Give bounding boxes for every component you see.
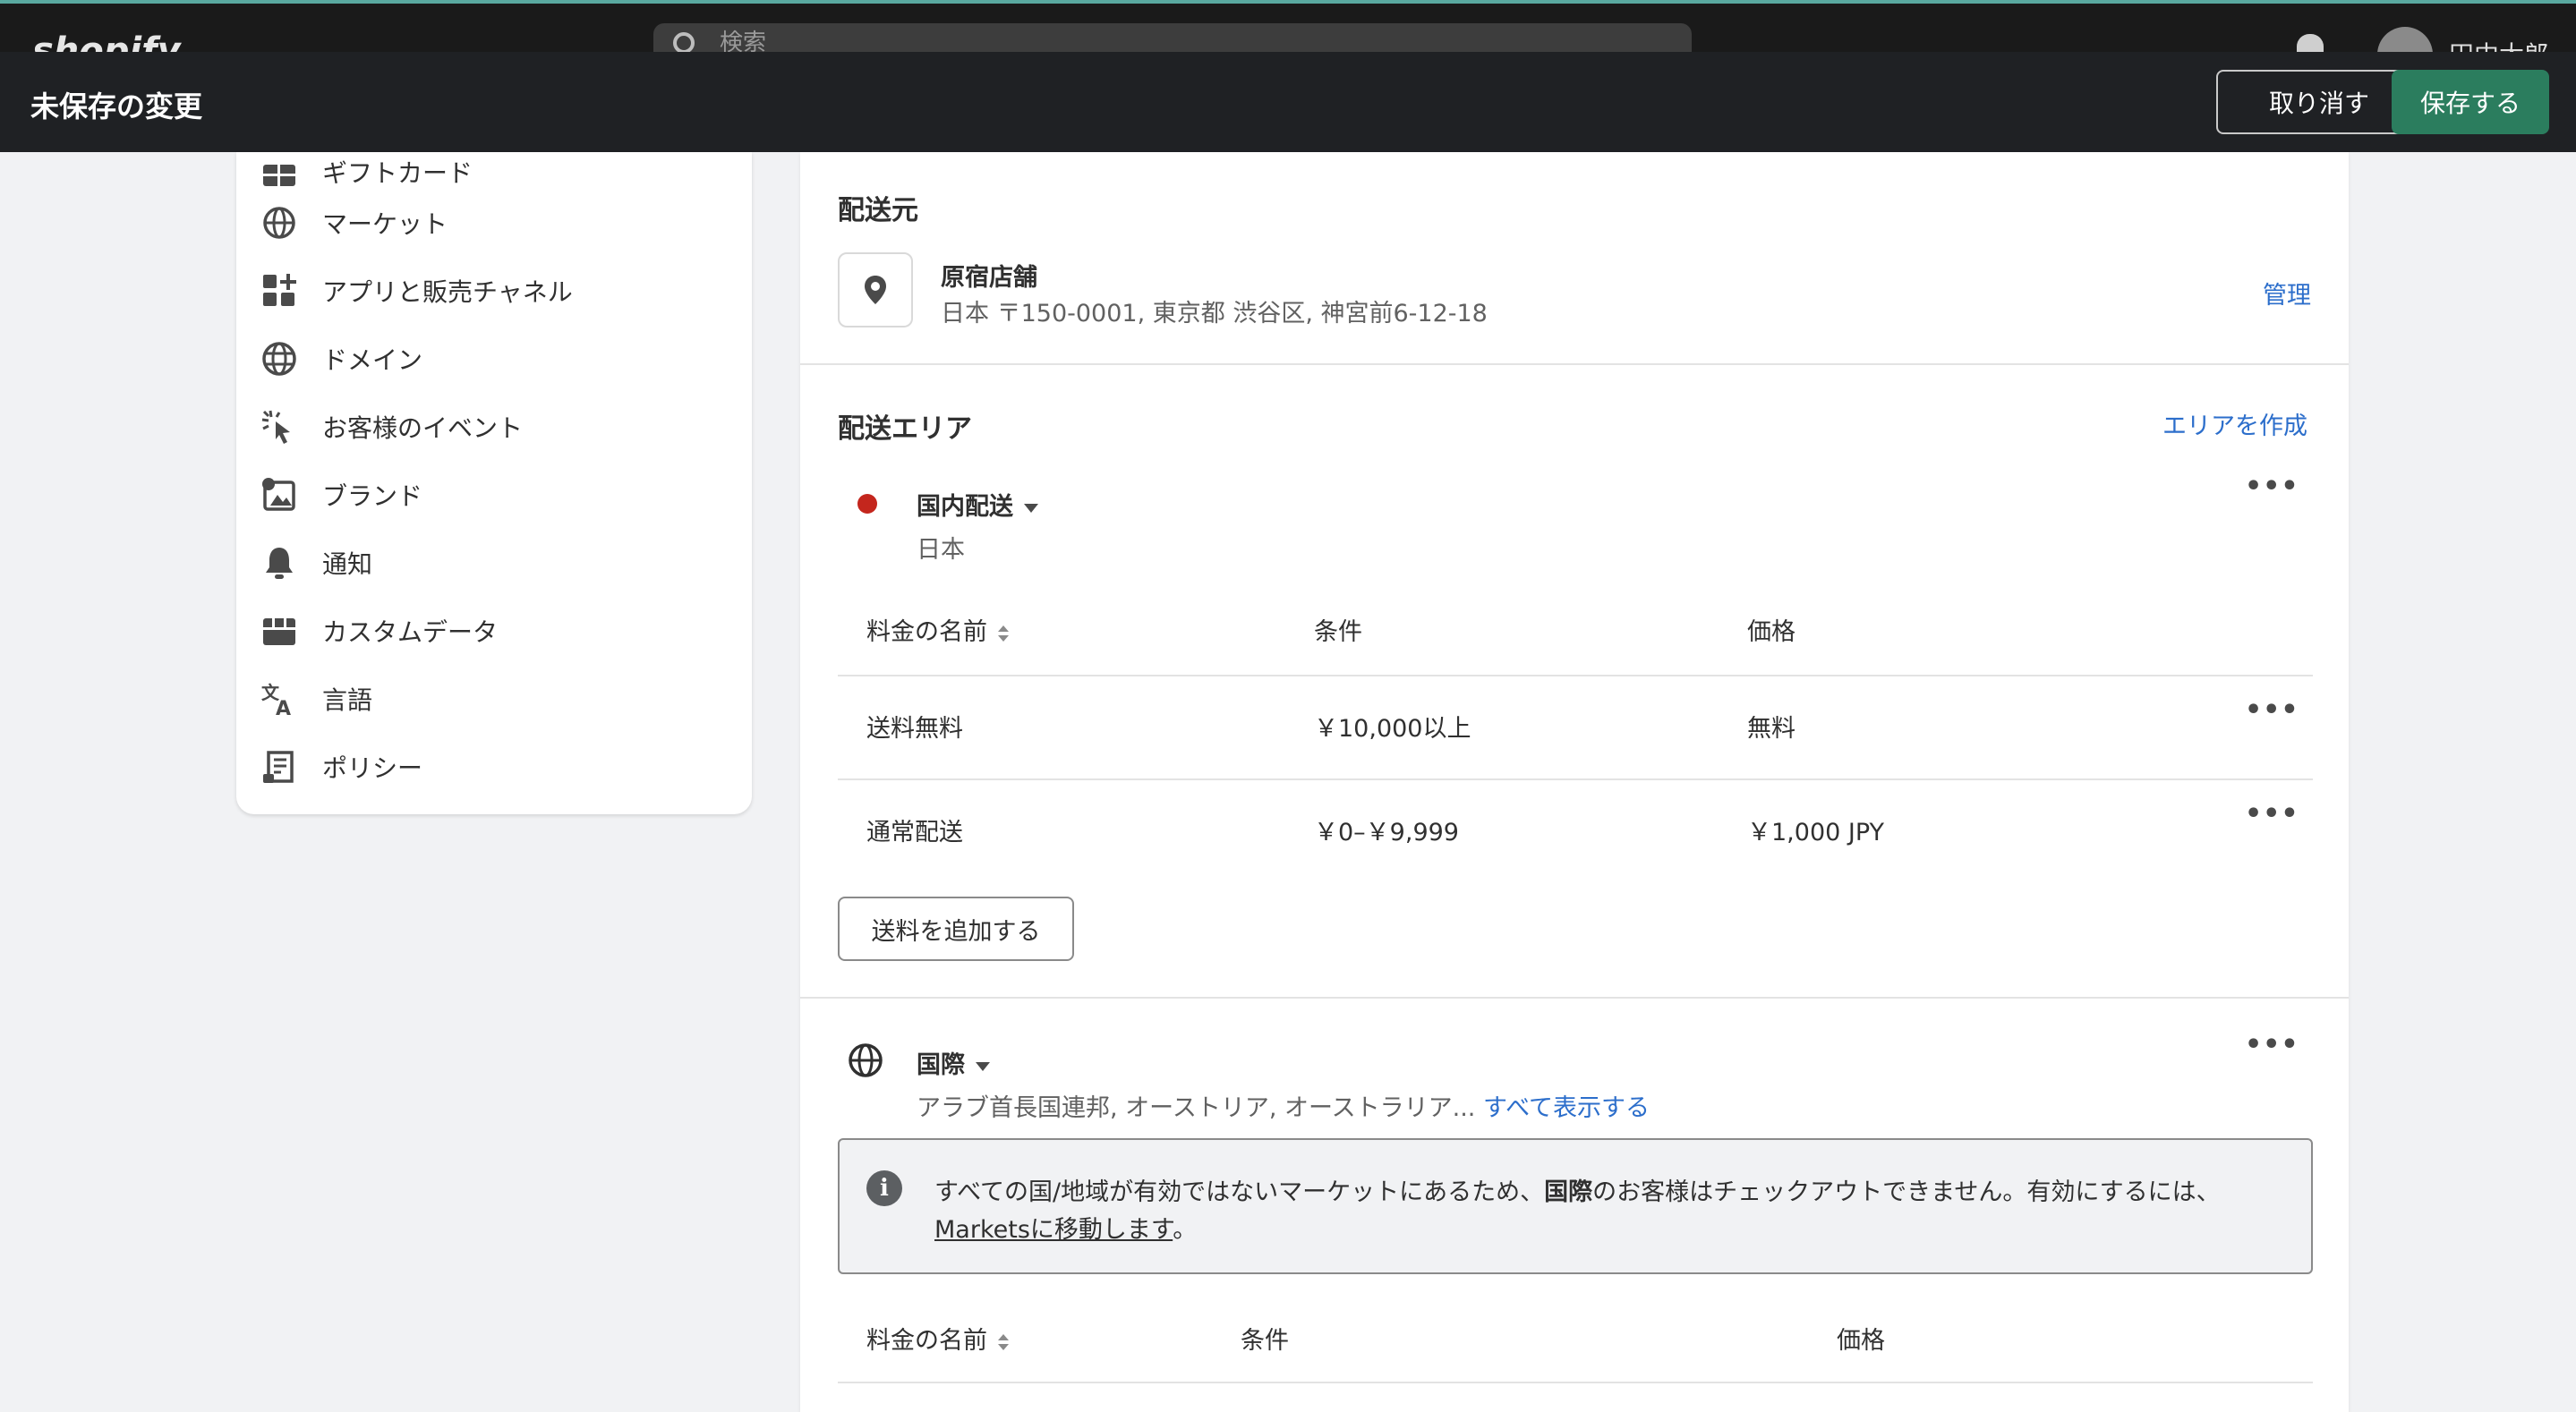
sidebar-item-label: ドメイン xyxy=(322,345,423,375)
international-globe-icon xyxy=(847,1042,884,1083)
bell-icon xyxy=(260,543,299,583)
checkout-warning-banner: i すべての国/地域が有効ではないマーケットにあるため、国際のお客様はチェックア… xyxy=(838,1138,2313,1274)
settings-sidebar: ギフトカード マーケット アプリと販売チャネル ドメイン お客様のイベント ブラ… xyxy=(236,152,752,814)
go-to-markets-link[interactable]: Marketsに移動します xyxy=(934,1216,1173,1244)
column-header-rate-name[interactable]: 料金の名前 xyxy=(866,1321,1009,1356)
banner-text: すべての国/地域が有効ではないマーケットにあるため、国際のお客様はチェックアウト… xyxy=(934,1172,2221,1207)
language-icon: 文A xyxy=(260,679,299,720)
sidebar-item-label: アプリと販売チャネル xyxy=(322,277,573,307)
gift-card-icon xyxy=(260,152,299,191)
column-header-condition: 条件 xyxy=(1241,1327,1289,1355)
international-zone-name: 国際 xyxy=(917,1051,965,1079)
domestic-zone-more-icon[interactable]: ••• xyxy=(2245,471,2299,502)
brand-image-icon xyxy=(260,475,299,515)
sidebar-item-notifications[interactable]: 通知 xyxy=(260,538,734,588)
unsaved-changes-title: 未保存の変更 xyxy=(30,89,203,123)
top-bar: shopify 検索 田中太郎 xyxy=(0,0,2576,82)
create-zone-link[interactable]: エリアを作成 xyxy=(2162,406,2307,441)
banner-text-part: 。 xyxy=(1173,1216,1198,1244)
sidebar-item-languages[interactable]: 文A 言語 xyxy=(260,674,734,724)
section-divider xyxy=(800,997,2349,999)
section-divider xyxy=(800,363,2349,365)
column-header-rate-name[interactable]: 料金の名前 xyxy=(866,612,1009,647)
countries-list: アラブ首長国連邦, オーストリア, オーストラリア... xyxy=(917,1094,1476,1122)
domain-globe-icon xyxy=(260,339,299,379)
domestic-zone-name: 国内配送 xyxy=(917,493,1013,521)
banner-text-part: のお客様はチェックアウトできません。有効にするには、 xyxy=(1592,1178,2221,1206)
sidebar-item-label: ブランド xyxy=(322,481,423,511)
international-zone-more-icon[interactable]: ••• xyxy=(2245,1029,2299,1060)
rate-condition: ￥0–￥9,999 xyxy=(1314,819,1459,846)
table-divider xyxy=(838,1382,2313,1383)
domestic-zone-toggle[interactable]: 国内配送 xyxy=(917,487,1038,522)
show-all-countries-link[interactable]: すべて表示する xyxy=(1483,1094,1650,1122)
sidebar-item-custom-data[interactable]: カスタムデータ xyxy=(260,606,734,656)
sidebar-item-label: カスタムデータ xyxy=(322,617,499,647)
sidebar-item-brand[interactable]: ブランド xyxy=(260,470,734,520)
sidebar-item-label: マーケット xyxy=(322,209,448,239)
location-name: 原宿店舗 xyxy=(941,264,1037,292)
unsaved-changes-bar: 未保存の変更 取り消す 保存する xyxy=(0,52,2576,152)
rate-price: 無料 xyxy=(1747,715,1796,743)
save-button[interactable]: 保存する xyxy=(2392,70,2549,134)
location-address: 日本 〒150-0001, 東京都 渋谷区, 神宮前6-12-18 xyxy=(941,300,1488,327)
sort-icon xyxy=(998,625,1009,642)
rate-price: ￥1,000 JPY xyxy=(1747,819,1885,846)
origin-heading: 配送元 xyxy=(838,195,918,226)
column-header-condition: 条件 xyxy=(1314,618,1362,646)
domestic-zone-flag-icon xyxy=(857,494,877,514)
column-header-label: 料金の名前 xyxy=(866,1327,987,1355)
column-header-label: 料金の名前 xyxy=(866,618,987,646)
sidebar-item-label: ポリシー xyxy=(322,753,423,783)
policy-icon xyxy=(260,747,299,787)
add-rate-button[interactable]: 送料を追加する xyxy=(838,897,1074,961)
international-zone-countries: アラブ首長国連邦, オーストリア, オーストラリア... すべて表示する xyxy=(917,1088,1650,1123)
svg-text:A: A xyxy=(276,698,291,719)
sidebar-item-label: お客様のイベント xyxy=(322,413,524,443)
chevron-down-icon xyxy=(976,1061,990,1071)
sidebar-item-gift-cards[interactable]: ギフトカード xyxy=(260,147,734,197)
banner-text-line-2: Marketsに移動します。 xyxy=(934,1210,1197,1245)
sidebar-item-label: 言語 xyxy=(322,685,373,715)
sort-icon xyxy=(998,1333,1009,1350)
custom-data-icon xyxy=(260,611,299,651)
sidebar-item-customer-events[interactable]: お客様のイベント xyxy=(260,402,734,452)
globe-icon xyxy=(260,203,299,242)
banner-text-part: すべての国/地域が有効ではないマーケットにあるため、 xyxy=(934,1178,1545,1206)
apps-icon xyxy=(260,271,299,310)
rate-name: 通常配送 xyxy=(866,819,963,846)
sidebar-item-markets[interactable]: マーケット xyxy=(260,198,734,248)
manage-location-link[interactable]: 管理 xyxy=(2263,276,2311,310)
table-divider xyxy=(838,778,2313,780)
search-icon xyxy=(673,32,695,54)
chevron-down-icon xyxy=(1024,503,1038,513)
info-icon: i xyxy=(866,1170,902,1206)
sidebar-item-apps[interactable]: アプリと販売チャネル xyxy=(260,266,734,316)
banner-text-bold: 国際 xyxy=(1544,1178,1593,1206)
rate-name: 送料無料 xyxy=(866,715,963,743)
domestic-zone-countries: 日本 xyxy=(917,536,965,564)
sidebar-item-label: 通知 xyxy=(322,549,373,579)
location-pin-icon xyxy=(838,252,913,327)
shipping-profile-card: 配送元 原宿店舗 日本 〒150-0001, 東京都 渋谷区, 神宮前6-12-… xyxy=(800,152,2349,1412)
column-header-price: 価格 xyxy=(1837,1327,1885,1355)
sidebar-item-label: ギフトカード xyxy=(322,158,473,188)
sidebar-item-domains[interactable]: ドメイン xyxy=(260,334,734,384)
table-divider xyxy=(838,675,2313,676)
sidebar-item-policies[interactable]: ポリシー xyxy=(260,742,734,792)
rate-more-icon[interactable]: ••• xyxy=(2245,694,2299,726)
cursor-click-icon xyxy=(260,407,299,447)
international-zone-toggle[interactable]: 国際 xyxy=(917,1045,990,1080)
zones-heading: 配送エリア xyxy=(838,413,972,445)
rate-more-icon[interactable]: ••• xyxy=(2245,798,2299,829)
rate-condition: ￥10,000以上 xyxy=(1314,715,1471,743)
column-header-price: 価格 xyxy=(1747,618,1796,646)
